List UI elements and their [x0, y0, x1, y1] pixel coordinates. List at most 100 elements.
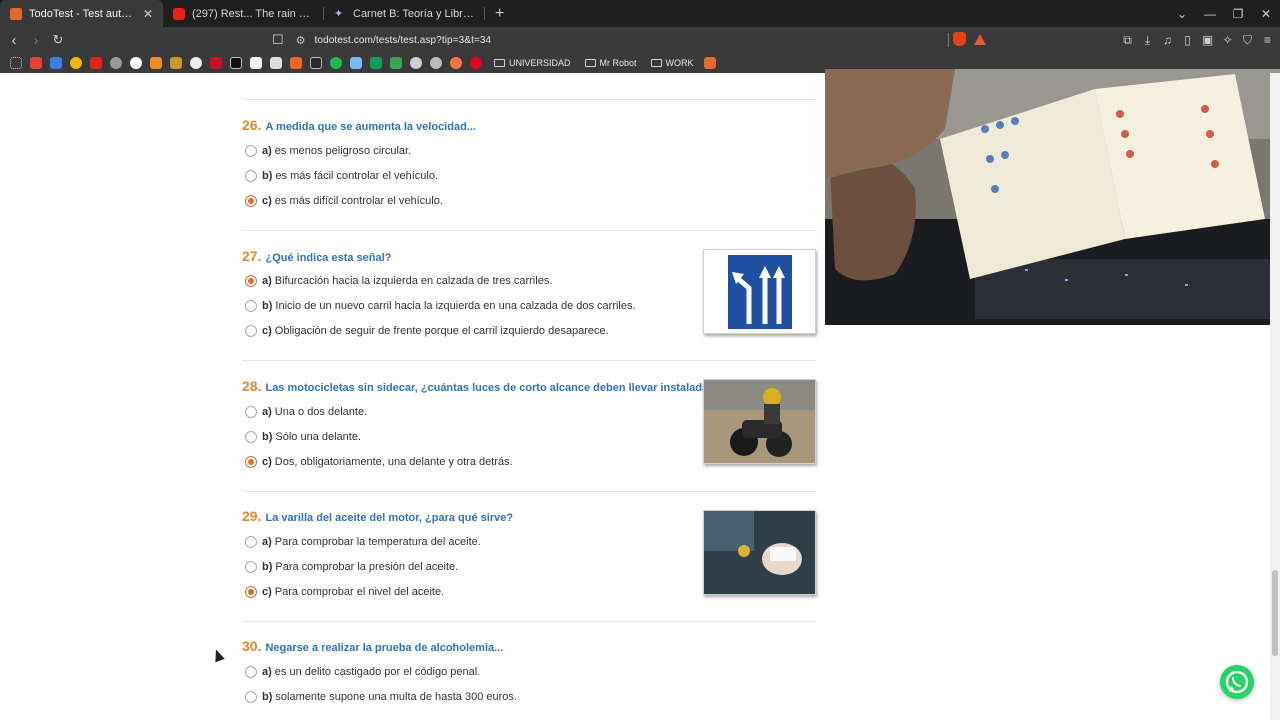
bookmark-icon-grey[interactable]: [410, 57, 422, 69]
page-scrollbar[interactable]: [1270, 73, 1280, 720]
answer-option[interactable]: a) Para comprobar la temperatura del acei…: [245, 534, 481, 550]
answer-option-selected[interactable]: c) Dos, obligatoriamente, una delante y o…: [245, 454, 513, 470]
whatsapp-button[interactable]: [1220, 665, 1254, 699]
answer-option[interactable]: b) Inicio de un nuevo carril hacia la izq…: [245, 298, 636, 314]
bookmark-icon-m[interactable]: [310, 57, 322, 69]
option-label: c) Obligación de seguir de frente porque …: [262, 325, 609, 337]
answer-option[interactable]: c) Obligación de seguir de frente porque …: [245, 323, 609, 339]
answer-option[interactable]: b) Para comprobar la presión del aceite.: [245, 559, 458, 575]
answer-option[interactable]: a) es un delito castigado por el código p…: [245, 664, 480, 680]
option-label: a) es un delito castigado por el código p…: [262, 666, 480, 678]
option-letter: a): [262, 536, 272, 548]
close-tab-icon[interactable]: ✕: [143, 7, 153, 21]
forward-icon[interactable]: ›: [26, 32, 46, 49]
radio-button-checked[interactable]: [245, 456, 257, 468]
menu-icon[interactable]: ≡: [1261, 33, 1274, 47]
apps-icon[interactable]: [10, 57, 22, 69]
radio-button-checked[interactable]: [245, 586, 257, 598]
radio-button[interactable]: [245, 325, 257, 337]
tab-title: Carnet B: Teoría y Libros Clave - Goo: [353, 7, 474, 20]
radio-button[interactable]: [245, 666, 257, 678]
radio-button[interactable]: [245, 691, 257, 703]
close-window-icon[interactable]: ✕: [1252, 7, 1280, 21]
back-icon[interactable]: ‹: [4, 32, 24, 49]
answer-option[interactable]: b) solamente supone una multa de hasta 30…: [245, 689, 517, 705]
answer-option-selected[interactable]: c) es más difícil controlar el vehículo.: [245, 193, 443, 209]
option-label: b) Para comprobar la presión del aceite.: [262, 561, 458, 573]
question-text: Negarse a realizar la prueba de alcohole…: [265, 642, 504, 654]
answer-option-selected[interactable]: a) Bifurcación hacia la izquierda en calz…: [245, 273, 552, 289]
address-bar[interactable]: ☐ ⚙ todotest.com/tests/test.asp?tip=3&t=…: [272, 30, 996, 50]
spotify-icon[interactable]: [330, 57, 342, 69]
reload-icon[interactable]: ↻: [48, 32, 68, 48]
toolbar-icons: ⧉ ⤓ ♫ ▯ ▣ ✧ ⛉ ≡: [1121, 27, 1274, 53]
gmail-icon[interactable]: [30, 57, 42, 69]
answer-option[interactable]: b) es más fácil controlar el vehículo.: [245, 168, 438, 184]
leo-icon[interactable]: ✧: [1221, 33, 1234, 47]
bookmark-icon-orange2[interactable]: [290, 57, 302, 69]
media-icon[interactable]: ♫: [1161, 33, 1174, 47]
downloads-icon[interactable]: ⤓: [1141, 33, 1154, 48]
brave-rewards-icon[interactable]: [974, 33, 986, 45]
brave-shields-icon[interactable]: [953, 32, 966, 46]
bookmark-icon-g[interactable]: [230, 57, 242, 69]
sheets-icon[interactable]: [370, 57, 382, 69]
radio-button[interactable]: [245, 406, 257, 418]
option-text: Obligación de seguir de frente porque el…: [274, 325, 609, 337]
site-info-icon[interactable]: ⚙: [296, 34, 306, 47]
radio-button[interactable]: [245, 300, 257, 312]
bookmark-icon-orange[interactable]: [150, 57, 162, 69]
tab-search-icon[interactable]: ⌄: [1168, 7, 1196, 21]
radio-button-checked[interactable]: [245, 275, 257, 287]
bookmark-folder-mr-robot[interactable]: Mr Robot: [584, 58, 637, 68]
answer-option[interactable]: b) Sólo una delante.: [245, 429, 361, 445]
bookmark-icon-white[interactable]: [190, 57, 202, 69]
answer-option[interactable]: a) es menos peligroso circular.: [245, 143, 411, 159]
option-text: es más fácil controlar el vehículo.: [275, 170, 439, 182]
wallet-icon[interactable]: ▣: [1201, 33, 1214, 47]
restore-icon[interactable]: ❐: [1224, 7, 1252, 21]
option-letter: c): [262, 456, 272, 468]
vpn-icon[interactable]: ⛉: [1241, 33, 1254, 48]
question-number: 29.: [242, 508, 262, 524]
google-icon[interactable]: [130, 57, 142, 69]
bookmark-icon-y[interactable]: [250, 57, 262, 69]
minimize-icon[interactable]: —: [1196, 7, 1224, 21]
pinterest-icon[interactable]: [470, 57, 482, 69]
bookmark-icon-blue[interactable]: [50, 57, 62, 69]
radio-button[interactable]: [245, 431, 257, 443]
answer-option-selected[interactable]: c) Para comprobar el nivel del aceite.: [245, 584, 444, 600]
chrome-icon[interactable]: [70, 57, 82, 69]
bookmark-icon-p[interactable]: [270, 57, 282, 69]
todotest-bookmark-icon[interactable]: [703, 57, 716, 69]
radio-button[interactable]: [245, 145, 257, 157]
tab-bar: TodoTest - Test autoescuela grati ✕ (297…: [0, 0, 1280, 27]
radio-button[interactable]: [245, 536, 257, 548]
tab-todotest[interactable]: TodoTest - Test autoescuela grati ✕: [0, 0, 163, 27]
question-26: 26. A medida que se aumenta la velocidad…: [242, 117, 476, 133]
radio-button[interactable]: [245, 561, 257, 573]
bookmark-icon-red[interactable]: [210, 57, 222, 69]
radio-button-checked[interactable]: [245, 195, 257, 207]
bookmark-icon-green[interactable]: [390, 57, 402, 69]
bookmark-icon-yellow[interactable]: [170, 57, 182, 69]
bookmark-folder-work[interactable]: WORK: [650, 58, 694, 68]
new-tab-button[interactable]: +: [485, 0, 514, 27]
url-text[interactable]: todotest.com/tests/test.asp?tip=3&t=34: [315, 35, 492, 46]
sidebar-icon[interactable]: ▯: [1181, 33, 1194, 47]
extensions-icon[interactable]: ⧉: [1121, 33, 1134, 48]
bookmark-icon-grey2[interactable]: [430, 57, 442, 69]
scrollbar-thumb[interactable]: [1272, 570, 1278, 656]
tab-youtube[interactable]: (297) Rest... The rain will clear you: [163, 0, 323, 27]
github-icon[interactable]: [110, 57, 122, 69]
youtube-favicon: [173, 7, 185, 20]
bookmark-icon-orange3[interactable]: [450, 57, 462, 69]
bookmark-icon-star[interactable]: [350, 57, 362, 69]
bookmark-icon[interactable]: ☐: [272, 32, 284, 48]
answer-option[interactable]: a) Una o dos delante.: [245, 404, 367, 420]
option-label: c) Para comprobar el nivel del aceite.: [262, 586, 444, 598]
tab-gemini[interactable]: ✦ Carnet B: Teoría y Libros Clave - Goo: [324, 0, 484, 27]
radio-button[interactable]: [245, 170, 257, 182]
bookmark-folder-universidad[interactable]: UNIVERSIDAD: [494, 58, 571, 68]
youtube-icon[interactable]: [90, 57, 102, 69]
